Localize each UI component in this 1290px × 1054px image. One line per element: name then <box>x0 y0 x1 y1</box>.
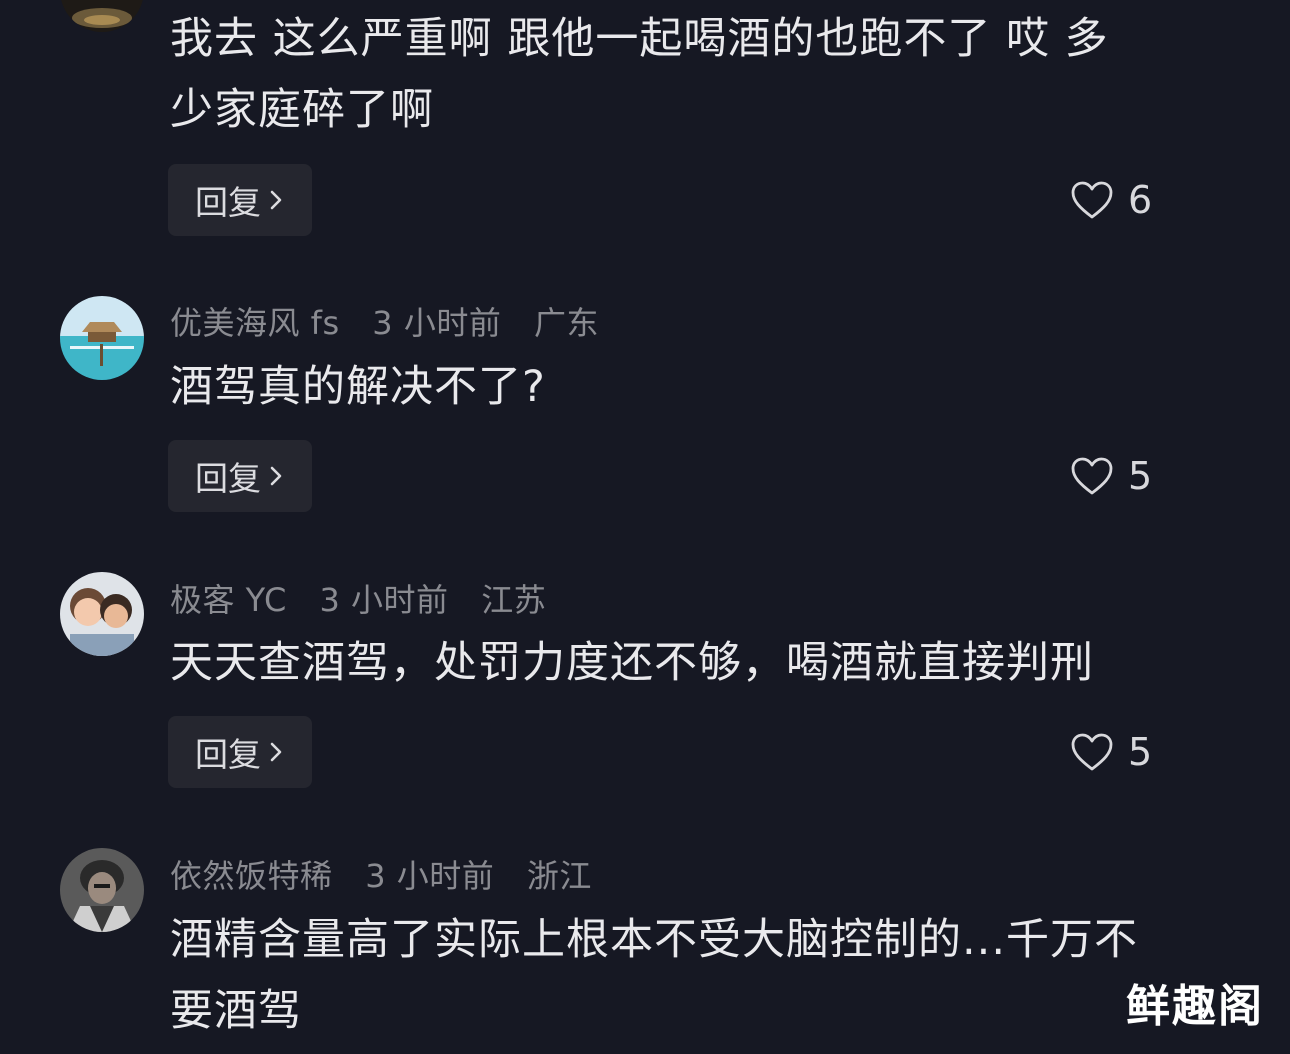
reply-button[interactable]: 回复 <box>168 716 312 788</box>
like-count: 5 <box>1128 730 1153 774</box>
comment-meta: 依然饭特稀 3 小时前 浙江 <box>170 851 614 897</box>
avatar-image <box>60 0 144 32</box>
reply-label: 回复 <box>195 183 261 222</box>
reply-label: 回复 <box>195 735 261 774</box>
heart-outline-icon <box>1071 181 1113 219</box>
reply-label: 回复 <box>195 459 261 498</box>
reply-button[interactable]: 回复 <box>168 164 312 236</box>
avatar-image <box>60 296 144 380</box>
user-avatar[interactable] <box>60 296 144 380</box>
reply-button[interactable]: 回复 <box>168 440 312 512</box>
comment-meta: 优美海风 fs 3 小时前 广东 <box>170 298 621 344</box>
heart-outline-icon <box>1071 457 1113 495</box>
like-button[interactable]: 6 <box>1070 164 1152 236</box>
comment-list: 我去 这么严重啊 跟他一起喝酒的也跑不了 哎 多 少家庭碎了啊 回复 6 优美海… <box>0 0 1290 1054</box>
comment-text: 天天查酒驾，处罚力度还不够，喝酒就直接判刑 <box>170 638 1094 688</box>
username[interactable]: 依然饭特稀 <box>170 857 333 895</box>
comment-text: 酒驾真的解决不了? <box>170 362 546 412</box>
comment-text: 我去 这么严重啊 跟他一起喝酒的也跑不了 哎 多 少家庭碎了啊 <box>170 14 1109 135</box>
username[interactable]: 优美海风 fs <box>170 304 340 342</box>
username[interactable]: 极客 YC <box>170 581 287 619</box>
comment-meta: 极客 YC 3 小时前 江苏 <box>170 575 568 621</box>
timestamp: 3 小时前 <box>372 304 502 342</box>
user-avatar[interactable] <box>60 572 144 656</box>
like-count: 5 <box>1128 454 1153 498</box>
location: 广东 <box>534 304 600 342</box>
timestamp: 3 小时前 <box>365 857 495 895</box>
chevron-right-icon <box>270 190 282 210</box>
like-button[interactable]: 5 <box>1070 716 1152 788</box>
avatar-image <box>60 848 144 932</box>
user-avatar[interactable] <box>60 848 144 932</box>
like-button[interactable]: 5 <box>1070 440 1152 512</box>
chevron-right-icon <box>270 742 282 762</box>
location: 江苏 <box>481 581 547 619</box>
comment-text: 酒精含量高了实际上根本不受大脑控制的...千万不 要酒驾 <box>170 915 1139 1036</box>
chevron-right-icon <box>270 466 282 486</box>
avatar-image <box>60 572 144 656</box>
location: 浙江 <box>526 857 592 895</box>
timestamp: 3 小时前 <box>319 581 449 619</box>
heart-outline-icon <box>1071 733 1113 771</box>
like-count: 6 <box>1128 178 1153 222</box>
watermark-logo: 鲜趣阁 <box>1126 981 1264 1032</box>
user-avatar[interactable] <box>60 0 144 32</box>
